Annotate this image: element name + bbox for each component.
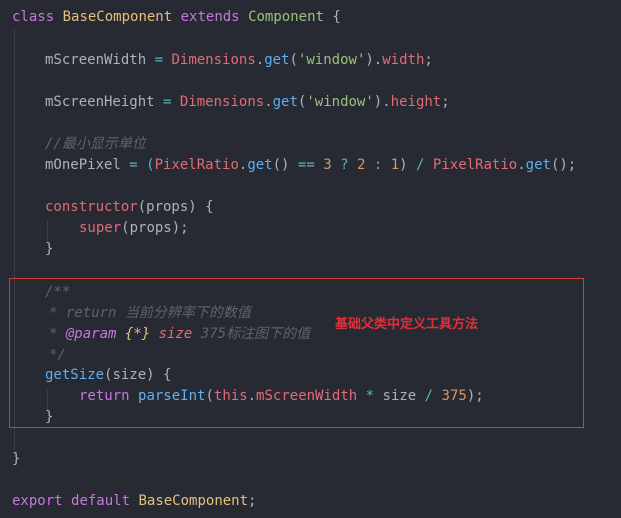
code-line-class-declaration: class BaseComponent extends Component { [12, 7, 341, 28]
close-brace: } [12, 451, 21, 467]
class-name: BaseComponent [138, 493, 249, 509]
function-name: get [247, 157, 273, 173]
object-name: PixelRatio [432, 157, 518, 173]
var-name: mScreenWidth [45, 52, 147, 68]
paren-open: ( [289, 52, 298, 68]
code-line-class-close: } [12, 449, 20, 470]
highlight-box [9, 278, 584, 428]
parent-class-name: Component [248, 9, 324, 25]
paren-close: ). [365, 52, 383, 68]
ternary-op: ? [340, 157, 349, 173]
super-keyword: super [79, 220, 122, 236]
function-name: get [264, 52, 290, 68]
equality-op: == [297, 157, 315, 173]
semicolon: ; [424, 52, 433, 68]
var-name: mOnePixel [45, 157, 121, 173]
paren-close: ) [399, 157, 408, 173]
call-end: (); [550, 157, 577, 173]
object-name: Dimensions [179, 94, 265, 110]
number-literal: 1 [390, 157, 400, 173]
ternary-colon: : [373, 157, 383, 173]
constructor-args: (props) { [137, 199, 214, 215]
constructor-keyword: constructor [45, 199, 138, 215]
default-keyword: default [71, 493, 131, 509]
keyword-class: class [12, 9, 55, 25]
comment-text: //最小显示单位 [45, 136, 146, 152]
export-keyword: export [12, 493, 63, 509]
code-line-super-call: super(props); [79, 218, 189, 239]
number-literal: 2 [356, 157, 366, 173]
object-name: Dimensions [171, 52, 256, 68]
function-name: get [272, 94, 298, 110]
number-literal: 3 [323, 157, 332, 173]
var-name: mScreenHeight [45, 94, 155, 110]
assign-op: = [154, 52, 164, 68]
class-name: BaseComponent [62, 9, 173, 25]
code-line-close-brace: } [45, 239, 53, 260]
keyword-extends: extends [180, 9, 240, 25]
code-line-export: export default BaseComponent; [12, 491, 256, 512]
code-line-screen-width: mScreenWidth = Dimensions.get('window').… [45, 50, 433, 71]
super-args: (props); [121, 220, 189, 236]
code-line-screen-height: mScreenHeight = Dimensions.get('window')… [45, 92, 450, 113]
dot: . [264, 94, 273, 110]
annotation-label: 基础父类中定义工具方法 [335, 317, 479, 332]
code-line-comment: //最小显示单位 [45, 134, 146, 155]
semicolon: ; [441, 94, 450, 110]
assign-op: = ( [129, 157, 155, 173]
call-parens: () [272, 157, 290, 173]
close-brace: } [45, 241, 54, 257]
dot: . [255, 52, 265, 68]
code-line-constructor: constructor(props) { [45, 197, 214, 218]
object-name: PixelRatio [154, 157, 239, 173]
string-literal: 'window' [297, 52, 366, 68]
property-name: width [382, 52, 425, 68]
semicolon: ; [248, 493, 257, 509]
code-line-one-pixel: mOnePixel = (PixelRatio.get() == 3 ? 2 :… [45, 155, 576, 176]
assign-op: = [163, 94, 172, 110]
open-brace: { [332, 9, 341, 25]
paren-close: ). [373, 94, 391, 110]
dot: . [517, 157, 526, 173]
function-name: get [525, 157, 551, 173]
string-literal: 'window' [306, 94, 374, 110]
code-editor[interactable]: class BaseComponent extends Component { … [0, 0, 621, 518]
property-name: height [390, 94, 442, 110]
divide-op: / [416, 157, 425, 173]
